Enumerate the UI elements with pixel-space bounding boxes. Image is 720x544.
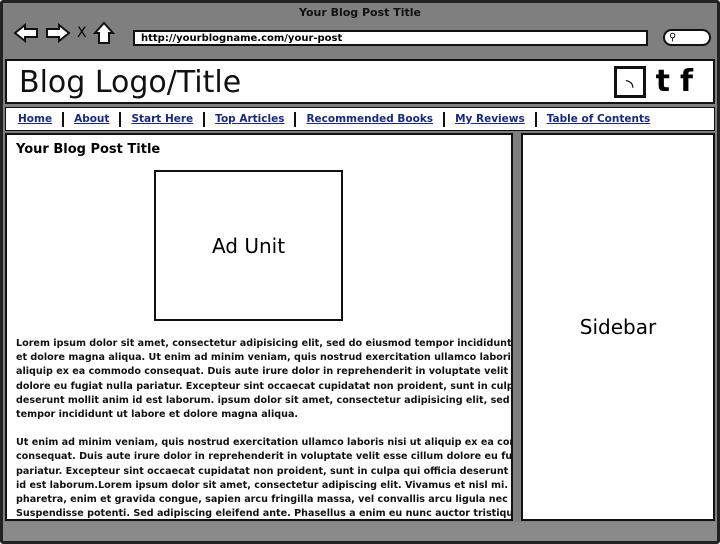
sidebar: Sidebar xyxy=(521,133,715,521)
url-bar[interactable]: http://yourblogname.com/your-post xyxy=(133,30,648,46)
divider xyxy=(203,111,206,127)
nav-top-articles[interactable]: Top Articles xyxy=(215,113,284,125)
back-arrow-icon[interactable] xyxy=(13,23,39,43)
divider xyxy=(443,111,446,127)
divider xyxy=(534,111,537,127)
text-line: pariatur. Excepteur sint occaecat cupida… xyxy=(16,465,511,477)
divider xyxy=(294,111,297,127)
sidebar-label: Sidebar xyxy=(579,315,657,339)
nav-table-of-contents[interactable]: Table of Contents xyxy=(547,113,651,125)
text-line: et dolore magna aliqua. Ut enim ad minim… xyxy=(16,352,513,364)
text-line: tempor incididunt ut labore et dolore ma… xyxy=(16,409,299,421)
forward-arrow-icon[interactable] xyxy=(45,23,71,43)
divider xyxy=(62,111,65,127)
nav-menu: Home About Start Here Top Articles Recom… xyxy=(5,107,715,131)
facebook-icon[interactable]: f xyxy=(680,65,693,99)
rss-icon[interactable]: ◝ xyxy=(613,66,646,98)
social-icons: ◝ t f xyxy=(613,65,693,99)
text-line: consequat. Duis aute irure dolor in repr… xyxy=(16,451,513,463)
text-line: Lorem ipsum dolor sit amet, consectetur … xyxy=(16,338,513,349)
text-line: Suspendisse potenti. Sed adipiscing elei… xyxy=(16,508,513,520)
window-title: Your Blog Post Title xyxy=(298,6,422,19)
nav-my-reviews[interactable]: My Reviews xyxy=(455,113,525,125)
nav-home[interactable]: Home xyxy=(18,113,52,125)
browser-controls: X xyxy=(13,21,115,45)
ad-label: Ad Unit xyxy=(211,233,286,258)
text-line: id est laborum.Lorem ipsum dolor sit ame… xyxy=(16,479,513,491)
ad-unit[interactable]: Ad Unit xyxy=(154,170,343,321)
search-box[interactable]: ⚲ xyxy=(663,29,711,46)
paragraph: Lorem ipsum dolor sit amet, consectetur … xyxy=(16,337,511,422)
text-line: pharetra, enim et gravida congue, sapien… xyxy=(16,494,513,506)
text-line: aliquip ex ea commodo consequat. Duis au… xyxy=(16,366,511,378)
nav-start-here[interactable]: Start Here xyxy=(131,113,193,125)
nav-recommended-books[interactable]: Recommended Books xyxy=(306,113,433,125)
status-bar xyxy=(3,522,717,541)
stop-icon[interactable]: X xyxy=(77,25,87,41)
blog-logo[interactable]: Blog Logo/Title xyxy=(19,65,241,100)
paragraph: Ut enim ad minim veniam, quis nostrud ex… xyxy=(16,436,513,520)
nav-about[interactable]: About xyxy=(74,113,109,125)
search-icon: ⚲ xyxy=(669,32,677,43)
post-content: Your Blog Post Title Ad Unit Lorem ipsum… xyxy=(5,133,513,521)
post-body: Lorem ipsum dolor sit amet, consectetur … xyxy=(16,337,513,520)
text-line: deserunt mollit anim id est laborum. ips… xyxy=(16,394,511,406)
text-line: Ut enim ad minim veniam, quis nostrud ex… xyxy=(16,437,513,449)
home-icon[interactable] xyxy=(92,21,115,45)
site-header: Blog Logo/Title ◝ t f xyxy=(5,59,715,104)
twitter-icon[interactable]: t xyxy=(656,65,670,99)
text-line: dolore eu fugiat nulla pariatur. Excepte… xyxy=(16,380,513,392)
post-title: Your Blog Post Title xyxy=(16,142,161,157)
divider xyxy=(119,111,122,127)
